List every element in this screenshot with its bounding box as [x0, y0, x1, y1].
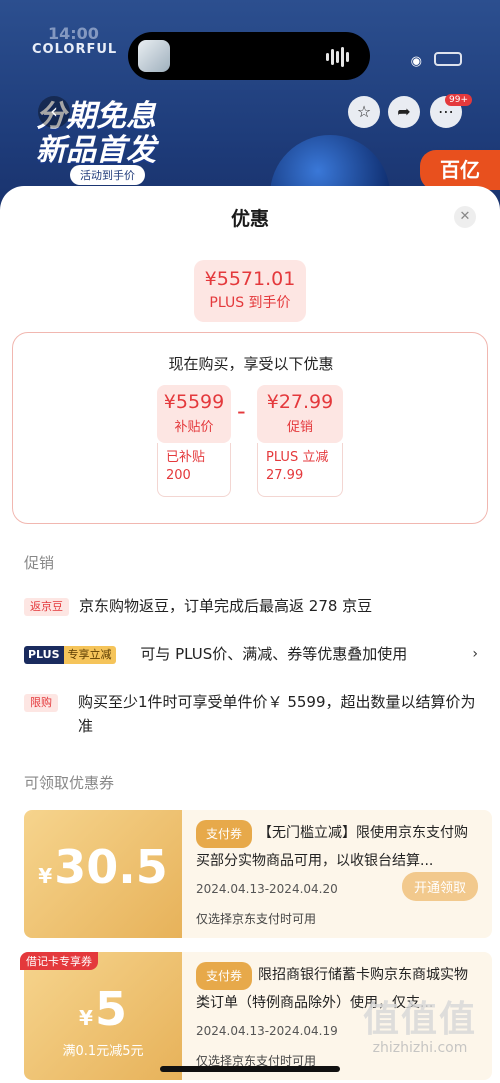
- promo-price-label: 促销: [286, 420, 313, 435]
- coupon-amount: ¥5: [24, 982, 182, 1036]
- promo-price-card: ¥27.99 促销: [257, 385, 343, 443]
- subsidy-price-card: ¥5599 补贴价: [157, 385, 231, 443]
- coupon-details: 支付券 【无门槛立减】限使用京东支付购买部分实物商品可用，以收银台结算... 20…: [182, 810, 492, 938]
- coupon-amount-panel: ¥30.5: [24, 810, 182, 938]
- home-indicator[interactable]: [160, 1066, 340, 1072]
- dynamic-island[interactable]: [128, 32, 370, 80]
- site-watermark: 值值值 zhizhizhi.com: [350, 999, 490, 1057]
- subsidy-detail-line1: 已补贴: [166, 450, 206, 465]
- coupon-condition: 满0.1元减5元: [62, 1044, 144, 1059]
- promo-detail: PLUS 立减 27.99: [257, 443, 343, 497]
- subsidy-detail-line2: 200: [166, 468, 191, 483]
- plus-tag: PLUS: [24, 645, 64, 664]
- breakdown-title: 现在购买，享受以下优惠: [168, 355, 334, 373]
- plus-final-price: ¥5571.01 PLUS 到手价: [194, 260, 306, 322]
- promo-row-plus[interactable]: PLUS 专享立减 可与 PLUS价、满减、券等优惠叠加使用 ›: [24, 642, 480, 666]
- status-time: 14:00: [48, 24, 99, 43]
- final-price-value: ¥5571.01: [204, 268, 296, 290]
- promo-text-plus: 可与 PLUS价、满减、券等优惠叠加使用: [140, 645, 408, 663]
- promo-tag-jingdou: 返京豆: [24, 597, 69, 616]
- coupon-type-badge: 支付券: [196, 820, 253, 848]
- banner-subtitle: 活动到手价: [70, 165, 145, 185]
- coupon-currency: ¥: [79, 1006, 93, 1030]
- coupon-date: 2024.04.13-2024.04.19: [196, 1024, 338, 1038]
- coupon-amount: ¥30.5: [24, 840, 182, 894]
- coupon-currency: ¥: [38, 864, 53, 888]
- promo-text-limit: 购买至少1件时可享受单件价￥ 5599，超出数量以结算价为准: [78, 693, 476, 735]
- subsidy-detail: 已补贴 200: [157, 443, 231, 497]
- promo-row-jingdou: 返京豆 京东购物返豆，订单完成后最高返 278 京豆: [24, 594, 480, 618]
- debit-card-exclusive-tag: 借记卡专享券: [20, 952, 98, 970]
- subsidy-price-label: 补贴价: [174, 420, 214, 435]
- banner-line-2: 新品首发: [36, 133, 156, 168]
- coupons-section-label: 可领取优惠券: [24, 774, 115, 792]
- minus-operator: -: [237, 397, 246, 425]
- close-icon[interactable]: ✕: [454, 206, 476, 228]
- promo-text-jingdou: 京东购物返豆，订单完成后最高返 278 京豆: [79, 597, 373, 615]
- chevron-right-icon[interactable]: ›: [472, 642, 478, 666]
- coupon-type-badge: 支付券: [196, 962, 253, 990]
- promo-row-limit: 限购 购买至少1件时可享受单件价￥ 5599，超出数量以结算价为准: [24, 690, 480, 740]
- coupon-note: 仅选择京东支付时可用: [196, 912, 317, 926]
- price-breakdown: 现在购买，享受以下优惠 ¥5599 补贴价 - ¥27.99 促销 已补贴 20…: [12, 332, 488, 524]
- plus-exclusive-tag: 专享立减: [63, 645, 116, 664]
- claim-coupon-button[interactable]: 开通领取: [401, 872, 478, 901]
- promo-detail-line2: 27.99: [266, 468, 304, 483]
- promo-price-value: ¥27.99: [266, 391, 334, 413]
- coupon-amount-value: 5: [94, 982, 127, 1036]
- discount-sheet: 优惠 ✕ ¥5571.01 PLUS 到手价 现在购买，享受以下优惠 ¥5599…: [0, 186, 500, 1083]
- promo-corner-tag: 百亿: [420, 150, 500, 190]
- watermark-url: zhizhizhi.com: [372, 1040, 468, 1056]
- coupon-card: ¥30.5 支付券 【无门槛立减】限使用京东支付购买部分实物商品可用，以收银台结算…: [24, 810, 492, 938]
- sheet-title: 优惠: [230, 208, 269, 230]
- final-price-label: PLUS 到手价: [209, 295, 291, 311]
- subsidy-price-value: ¥5599: [163, 391, 225, 413]
- coupon-amount-panel: ¥5 满0.1元减5元: [24, 952, 182, 1080]
- message-count-badge: 99+: [445, 94, 472, 106]
- battery-icon: [434, 52, 462, 66]
- audio-waveform-icon: [326, 46, 356, 67]
- brand-logo: COLORFUL: [32, 42, 118, 57]
- now-playing-artwork: [138, 40, 170, 72]
- coupon-date: 2024.04.13-2024.04.20: [196, 882, 338, 896]
- watermark-logo: 值值值: [362, 999, 477, 1040]
- promo-detail-line1: PLUS 立减: [266, 450, 329, 465]
- share-icon[interactable]: ➦: [388, 96, 420, 128]
- promo-tag-limit: 限购: [24, 693, 58, 712]
- coupon-amount-value: 30.5: [54, 840, 168, 894]
- wifi-icon: ◉: [410, 54, 422, 69]
- coupon-description: 支付券 【无门槛立减】限使用京东支付购买部分实物商品可用，以收银台结算...: [196, 820, 478, 872]
- back-arrow-icon[interactable]: ‹: [38, 96, 70, 128]
- favorite-star-icon[interactable]: ☆: [348, 96, 380, 128]
- promotions-section-label: 促销: [24, 554, 55, 572]
